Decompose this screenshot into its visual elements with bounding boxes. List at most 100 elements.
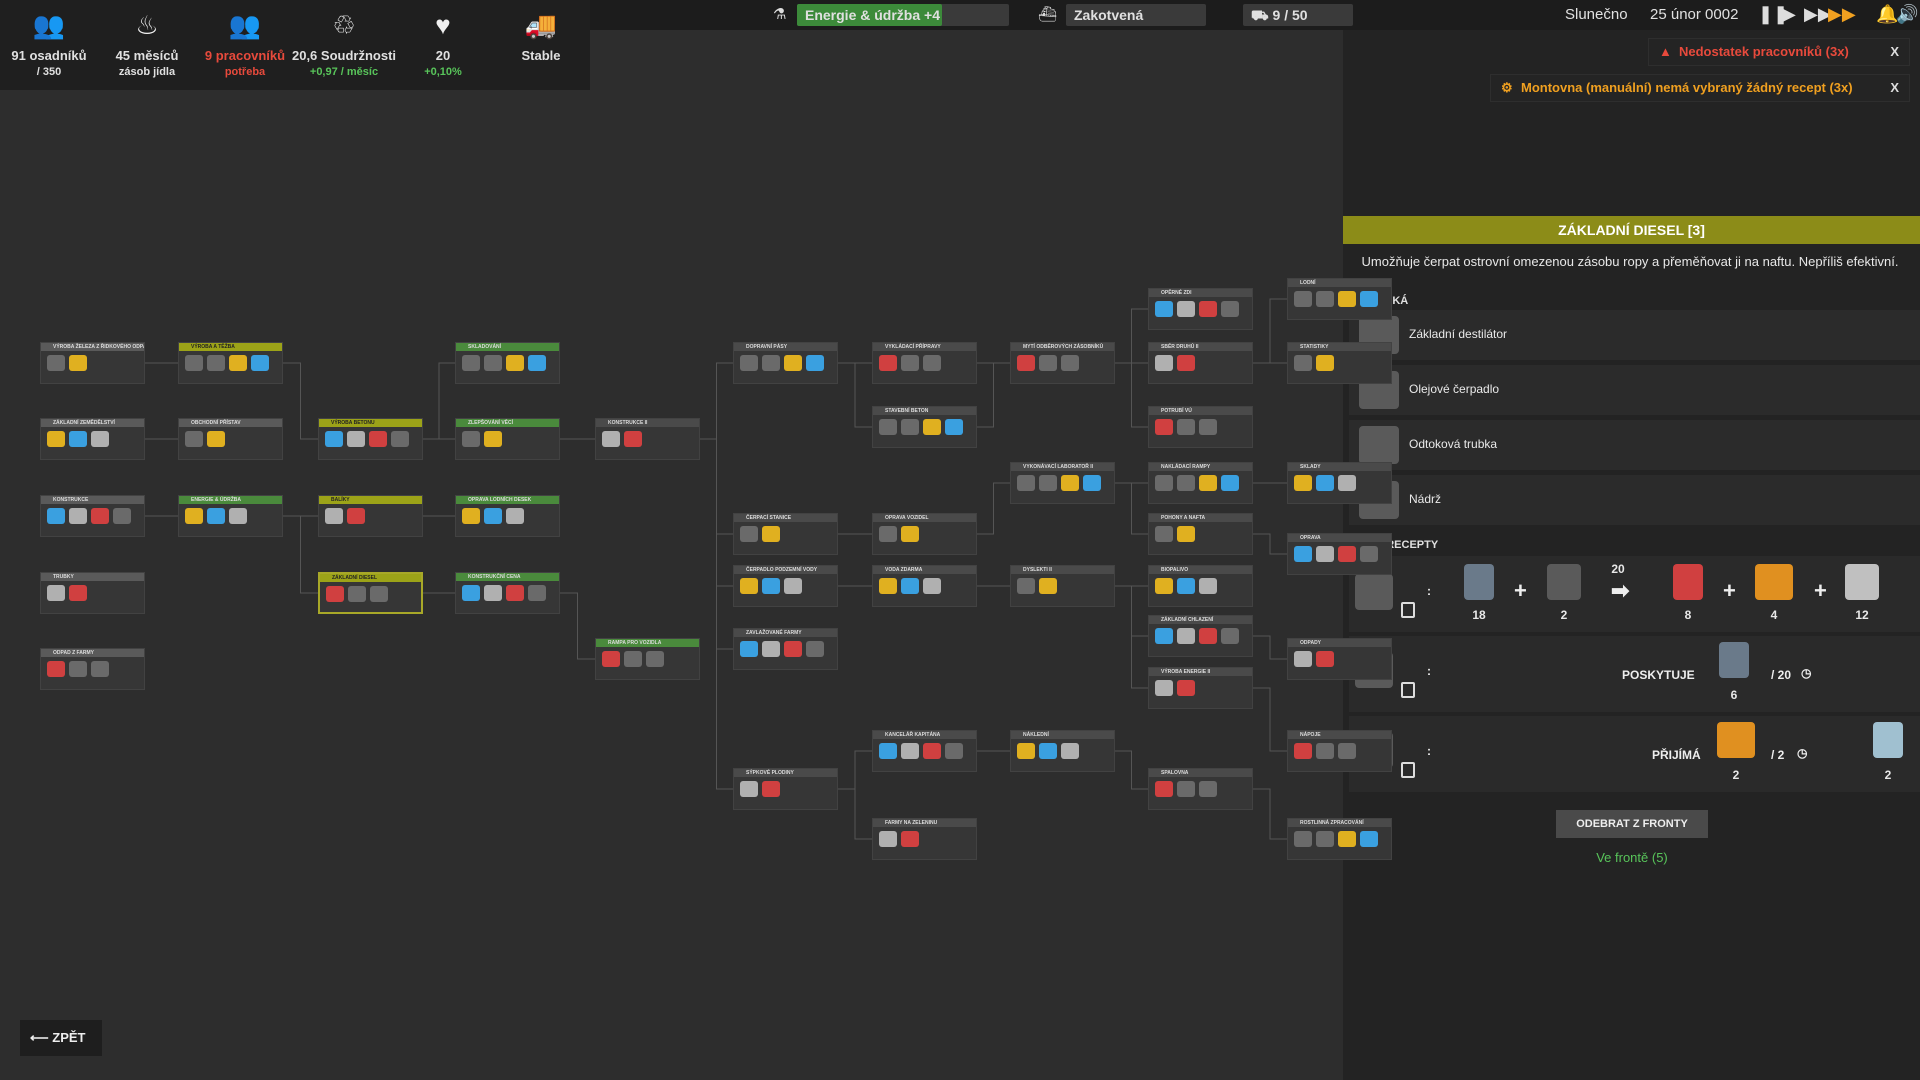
vehicle-count[interactable]: ⛟ 9 / 50	[1243, 4, 1353, 26]
research-node[interactable]: NÁPOJE	[1287, 730, 1392, 772]
research-node[interactable]: TRUBKY	[40, 572, 145, 614]
stat-food[interactable]: ♨ 45 měsíců zásob jídla	[98, 0, 196, 90]
accepts-label: PŘIJÍMÁ	[1652, 748, 1701, 762]
research-node[interactable]: KANCELÁŘ KAPITÁNA	[872, 730, 977, 772]
research-node[interactable]: OPRAVA	[1287, 533, 1392, 575]
arrow-left-icon: ⟵	[30, 1030, 53, 1045]
research-node[interactable]: VÝROBA BETONU	[318, 418, 423, 460]
research-node[interactable]: FARMY NA ZELENINU	[872, 818, 977, 860]
unlock-item-icon	[1155, 355, 1173, 371]
plus-icon: +	[1814, 578, 1827, 603]
research-node[interactable]: VÝROBA A TĚŽBA	[178, 342, 283, 384]
research-node[interactable]: OPĚRNÉ ZDI	[1148, 288, 1253, 330]
unlock-item-icon	[348, 586, 366, 602]
trash-icon[interactable]	[1401, 762, 1415, 778]
research-node[interactable]: OBCHODNÍ PŘÍSTAV	[178, 418, 283, 460]
research-node[interactable]: SBĚR DRUHŮ II	[1148, 342, 1253, 384]
stat-health[interactable]: ♥ 20 +0,10%	[394, 0, 492, 90]
research-node-icons	[319, 504, 422, 528]
research-node[interactable]: NÁKLEDNÍ	[1010, 730, 1115, 772]
research-node[interactable]: SPALOVNA	[1148, 768, 1253, 810]
research-node[interactable]: VYKLÁDACÍ PŘÍPRAVY	[872, 342, 977, 384]
research-node[interactable]: ČERPACÍ STANICE	[733, 513, 838, 555]
trash-icon[interactable]	[1401, 602, 1415, 618]
research-node[interactable]: SKLADY	[1287, 462, 1392, 504]
clock-icon: ◷	[1801, 666, 1812, 680]
research-progress[interactable]: Energie & údržba +4	[797, 4, 1009, 26]
unlock-item-icon	[923, 419, 941, 435]
back-button[interactable]: ⟵ ZPĚT	[20, 1020, 102, 1056]
ship-status[interactable]: Zakotvená	[1066, 4, 1206, 26]
distiller-icon	[1355, 574, 1393, 610]
research-node-title: ZÁKLADNÍ ZEMĚDĚLSTVÍ	[41, 419, 144, 427]
close-icon[interactable]: X	[1890, 75, 1899, 101]
research-node[interactable]: SKLADOVÁNÍ	[455, 342, 560, 384]
research-node[interactable]: ODPAD Z FARMY	[40, 648, 145, 690]
notification-workers[interactable]: ▲ Nedostatek pracovníků (3x) X	[1648, 38, 1910, 66]
close-icon[interactable]: X	[1890, 39, 1899, 65]
research-node[interactable]: BIOPALIVO	[1148, 565, 1253, 607]
notification-assembly[interactable]: ⚙ Montovna (manuální) nemá vybraný žádný…	[1490, 74, 1910, 102]
remove-from-queue-button[interactable]: ODEBRAT Z FRONTY	[1556, 810, 1708, 838]
research-node[interactable]: KONSTRUKCE	[40, 495, 145, 537]
research-node[interactable]: ČERPADLO PODZEMNÍ VODY	[733, 565, 838, 607]
research-node[interactable]: NAKLÁDACÍ RAMPY	[1148, 462, 1253, 504]
research-node[interactable]: KONSTRUKČNÍ CENA	[455, 572, 560, 614]
research-node-icons	[456, 504, 559, 528]
research-node[interactable]: RAMPA PRO VOZIDLA	[595, 638, 700, 680]
sound-icon[interactable]: 🔊	[1896, 4, 1918, 25]
research-node[interactable]: ROSTLINNÁ ZPRACOVÁNÍ	[1287, 818, 1392, 860]
trash-icon[interactable]	[1401, 682, 1415, 698]
research-node[interactable]: MYTÍ ODBĚROVÝCH ZÁSOBNÍKŮ	[1010, 342, 1115, 384]
research-node[interactable]: SÝPKOVÉ PLODINY	[733, 768, 838, 810]
stat-unity[interactable]: ♲ 20,6 Soudržnosti +0,97 / měsíc	[292, 0, 396, 90]
research-node-title: ODPADY	[1288, 639, 1391, 647]
unlock-item[interactable]: Základní destilátor	[1349, 310, 1920, 360]
research-node[interactable]: OPRAVA VOZIDEL	[872, 513, 977, 555]
research-node[interactable]: OPRAVA LODNÍCH DESEK	[455, 495, 560, 537]
research-node[interactable]: VÝROBA ENERGIE II	[1148, 667, 1253, 709]
unlock-item-icon	[1360, 831, 1378, 847]
play-icon[interactable]: ▶	[1782, 4, 1796, 25]
research-node[interactable]: DYSLEKTI II	[1010, 565, 1115, 607]
unlock-item-icon	[1294, 291, 1312, 307]
fastest-forward-icon[interactable]: ▶▶	[1828, 4, 1856, 25]
unlock-item-icon	[484, 431, 502, 447]
research-node[interactable]: POHONY A NAFTA	[1148, 513, 1253, 555]
research-node[interactable]: DOPRAVNÍ PÁSY	[733, 342, 838, 384]
unlock-item-icon	[91, 661, 109, 677]
research-node[interactable]: LODNÍ	[1287, 278, 1392, 320]
research-node-icons	[179, 504, 282, 528]
research-node[interactable]: STATISTIKY	[1287, 342, 1392, 384]
research-node[interactable]: POTRUBÍ VÚ	[1148, 406, 1253, 448]
research-node[interactable]: ZÁKLADNÍ DIESEL	[318, 572, 423, 614]
unlock-item[interactable]: Olejové čerpadlo	[1349, 365, 1920, 415]
unlock-item-icon	[923, 355, 941, 371]
research-node[interactable]: VYKONÁVACÍ LABORATOŘ II	[1010, 462, 1115, 504]
research-node[interactable]: ENERGIE & ÚDRŽBA	[178, 495, 283, 537]
research-node[interactable]: ZÁKLADNÍ ZEMĚDĚLSTVÍ	[40, 418, 145, 460]
research-node[interactable]: VODA ZDARMA	[872, 565, 977, 607]
research-node[interactable]: VÝROBA ŽELEZA Z ŘIDKOVÉHO ODPADU	[40, 342, 145, 384]
unlock-item[interactable]: Odtoková trubka	[1349, 420, 1920, 470]
research-node[interactable]: STAVEBNÍ BETON	[872, 406, 977, 448]
research-node[interactable]: KONSTRUKCE II	[595, 418, 700, 460]
research-node[interactable]: ZAVLAŽOVANÉ FARMY	[733, 628, 838, 670]
research-tree[interactable]: VÝROBA ŽELEZA Z ŘIDKOVÉHO ODPADU ZÁKLADNÍ…	[0, 90, 1392, 1080]
stat-workers[interactable]: 👥 9 pracovníků potřeba	[196, 0, 294, 90]
research-node[interactable]: ZLEPŠOVÁNÍ VĚCÍ	[455, 418, 560, 460]
unlock-item-icon	[740, 578, 758, 594]
recipe-row: : PŘIJÍMÁ 2 / 2 ◷ 2	[1349, 716, 1920, 792]
research-node-title: VÝROBA BETONU	[319, 419, 422, 427]
research-node[interactable]: ODPADY	[1287, 638, 1392, 680]
stat-trucks[interactable]: 🚚 Stable	[492, 0, 590, 90]
unlock-item-icon	[901, 419, 919, 435]
research-node[interactable]: BALÍKY	[318, 495, 423, 537]
date: 25 únor 0002	[1650, 6, 1739, 23]
unlock-item-icon	[229, 355, 247, 371]
stat-settlers[interactable]: 👥 91 osadníků / 350	[0, 0, 98, 90]
unlock-item-icon	[47, 508, 65, 524]
research-node[interactable]: ZÁKLADNÍ CHLAZENÍ	[1148, 615, 1253, 657]
queue-status: Ve frontě (5)	[1596, 850, 1668, 865]
unlock-item[interactable]: Nádrž	[1349, 475, 1920, 525]
